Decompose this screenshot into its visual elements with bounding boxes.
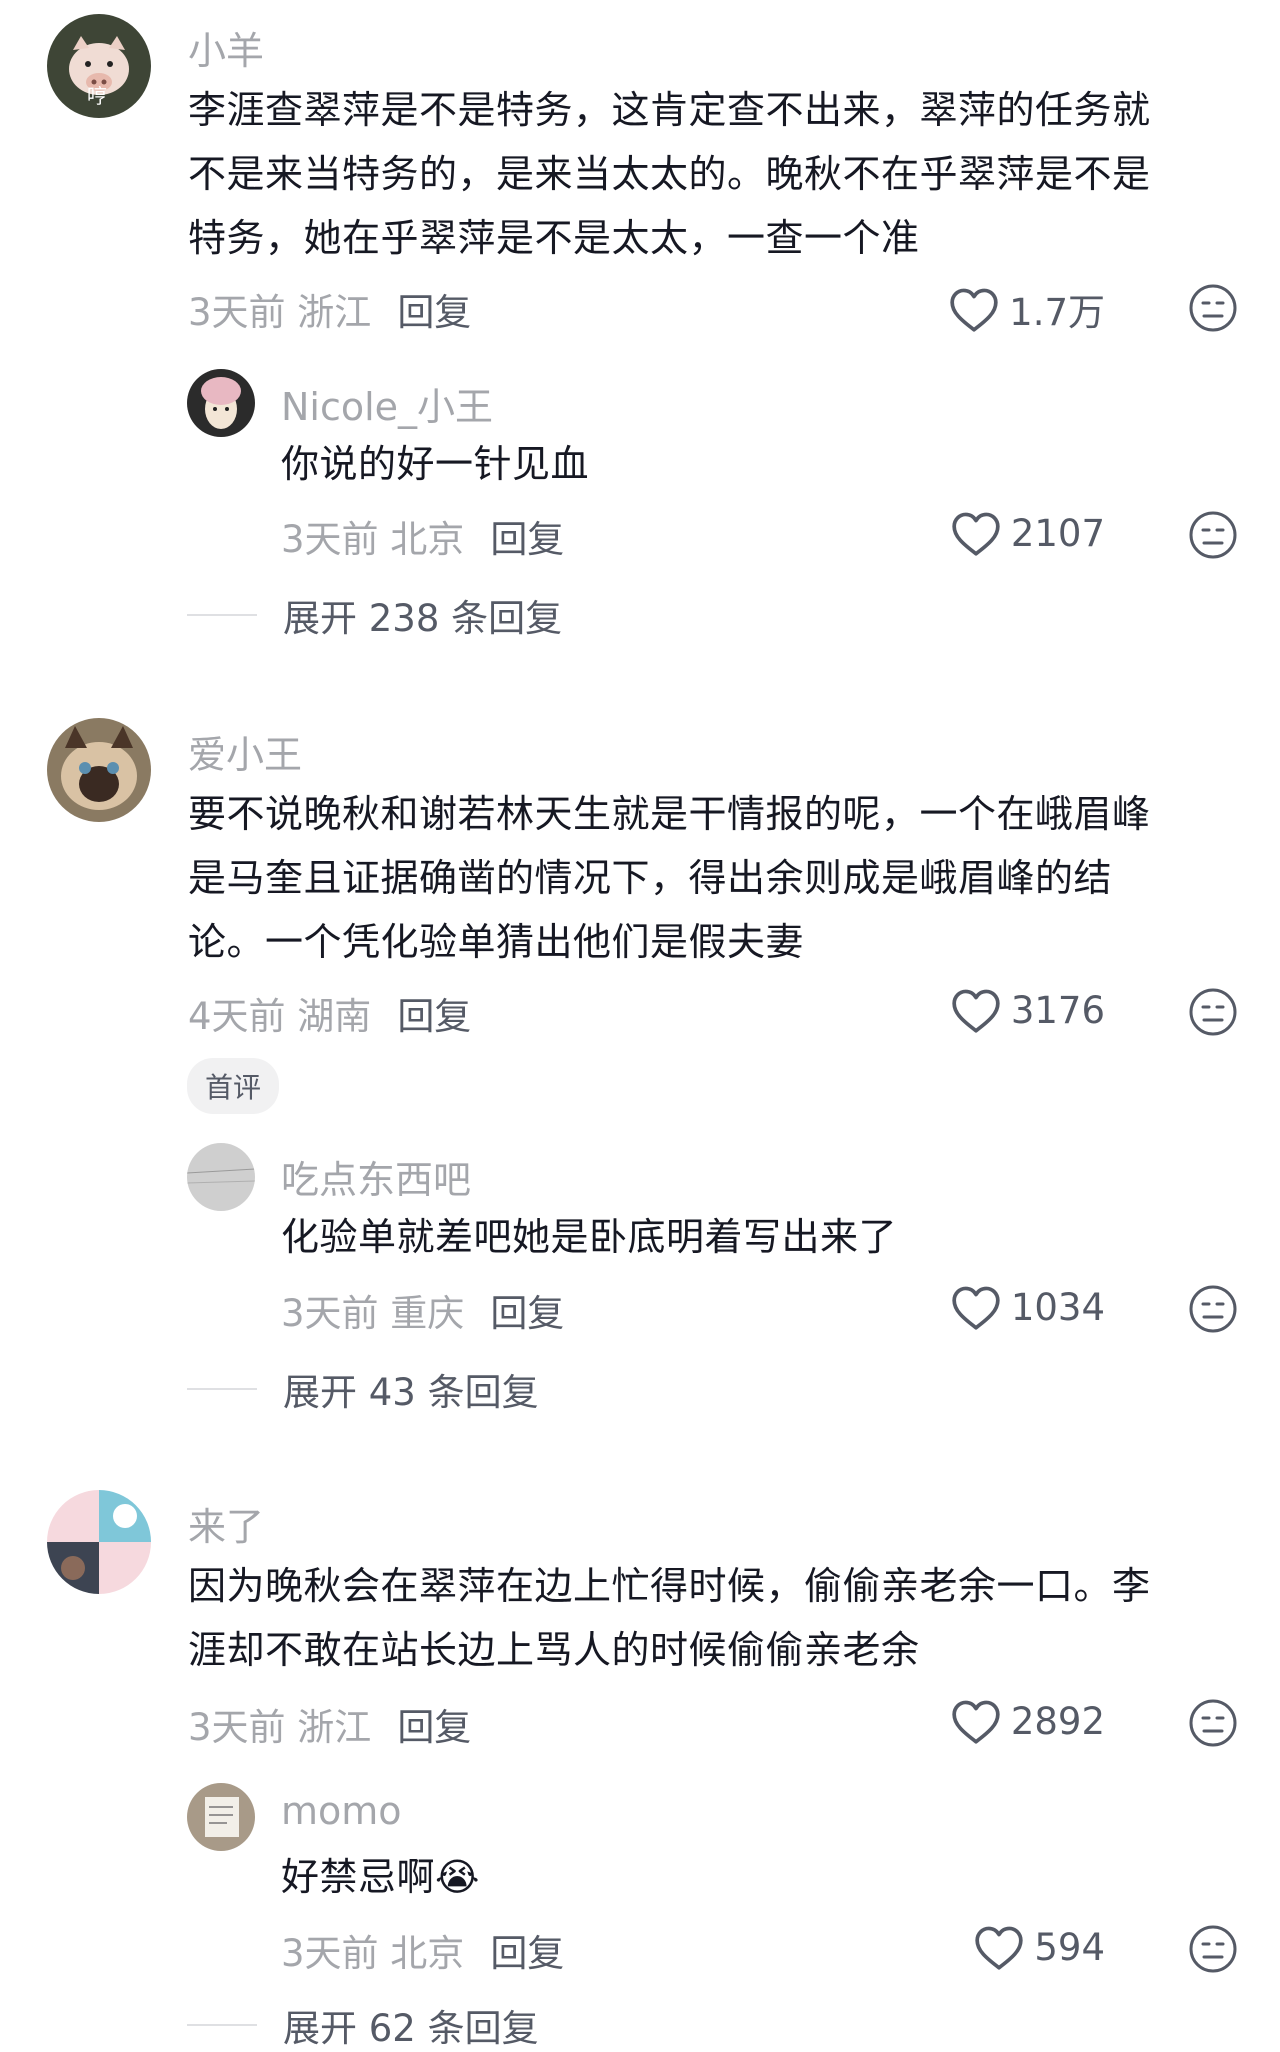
comment-meta: 3天前 浙江 回复 bbox=[188, 282, 471, 336]
comment-line: 要不说晚秋和谢若林天生就是干情报的呢，一个在峨眉峰 bbox=[188, 792, 1151, 836]
reply-text: 好禁忌啊😭 bbox=[281, 1845, 1201, 1909]
meh-face-icon bbox=[1189, 1285, 1237, 1333]
heart-outline-icon bbox=[952, 512, 1000, 556]
first-comment-badge: 首评 bbox=[187, 1058, 280, 1114]
comment-line: 涯却不敢在站长边上骂人的时候偷偷亲老余 bbox=[188, 1628, 920, 1672]
divider bbox=[187, 2024, 257, 2026]
avatar-caption: 哼 bbox=[87, 84, 107, 108]
dislike-button[interactable] bbox=[1188, 510, 1238, 560]
expand-replies-button[interactable]: 展开 238 条回复 bbox=[187, 588, 562, 642]
comment-line: 特务，她在乎翠萍是不是太太，一查一个准 bbox=[188, 216, 920, 260]
like-button[interactable]: 2107 bbox=[949, 509, 1105, 557]
reply-button[interactable]: 回复 bbox=[490, 1932, 564, 1975]
heart-outline-icon bbox=[952, 1286, 1000, 1330]
reply-button[interactable]: 回复 bbox=[490, 1292, 564, 1335]
heart-outline-icon bbox=[952, 1700, 1000, 1744]
expand-replies-button[interactable]: 展开 62 条回复 bbox=[187, 1998, 539, 2052]
expand-replies-button[interactable]: 展开 43 条回复 bbox=[187, 1362, 539, 1416]
reply-button[interactable]: 回复 bbox=[397, 1706, 471, 1749]
avatar[interactable] bbox=[47, 718, 151, 822]
like-button[interactable]: 2892 bbox=[949, 1697, 1105, 1745]
comment-line: 因为晚秋会在翠萍在边上忙得时候，偷偷亲老余一口。李 bbox=[188, 1564, 1151, 1608]
reply-button[interactable]: 回复 bbox=[397, 291, 471, 334]
like-button[interactable]: 3176 bbox=[949, 986, 1105, 1034]
like-count: 2892 bbox=[1010, 1699, 1105, 1743]
like-count: 594 bbox=[1034, 1925, 1105, 1969]
meh-face-icon bbox=[1189, 1699, 1237, 1747]
expand-label: 展开 43 条回复 bbox=[283, 1371, 539, 1414]
avatar[interactable] bbox=[47, 1490, 151, 1594]
meh-face-icon bbox=[1189, 988, 1237, 1036]
reply-avatar[interactable] bbox=[187, 1783, 255, 1851]
like-button[interactable]: 1.7万 bbox=[947, 282, 1105, 336]
time-location: 3天前 北京 bbox=[281, 1932, 465, 1975]
comment-text: 因为晚秋会在翠萍在边上忙得时候，偷偷亲老余一口。李 涯却不敢在站长边上骂人的时候… bbox=[188, 1554, 1218, 1682]
reply-button[interactable]: 回复 bbox=[397, 995, 471, 1038]
comment-line: 是马奎且证据确凿的情况下，得出余则成是峨眉峰的结 bbox=[188, 856, 1113, 900]
avatar[interactable]: 哼 bbox=[47, 14, 151, 118]
like-count: 1.7万 bbox=[1009, 291, 1105, 334]
username[interactable]: momo bbox=[281, 1789, 402, 1833]
crying-face-emoji: 😭 bbox=[435, 1855, 480, 1899]
divider bbox=[187, 1388, 257, 1390]
divider bbox=[187, 614, 257, 616]
time-location: 3天前 北京 bbox=[281, 518, 465, 561]
like-count: 1034 bbox=[1010, 1285, 1105, 1329]
username[interactable]: Nicole_小王 bbox=[281, 376, 493, 431]
reply-button[interactable]: 回复 bbox=[490, 518, 564, 561]
heart-outline-icon bbox=[952, 989, 1000, 1033]
username[interactable]: 吃点东西吧 bbox=[281, 1149, 471, 1204]
like-button[interactable]: 594 bbox=[972, 1923, 1105, 1971]
like-count: 2107 bbox=[1010, 511, 1105, 555]
comment-text: 李涯查翠萍是不是特务，这肯定查不出来，翠萍的任务就 不是来当特务的，是来当太太的… bbox=[188, 78, 1218, 270]
username[interactable]: 爱小王 bbox=[188, 724, 302, 779]
comment-meta: 3天前 浙江 回复 bbox=[188, 1697, 471, 1751]
comment-line: 不是来当特务的，是来当太太的。晚秋不在乎翠萍是不是 bbox=[188, 152, 1151, 196]
dislike-button[interactable] bbox=[1188, 1284, 1238, 1334]
reply-text-content: 好禁忌啊 bbox=[281, 1855, 436, 1899]
username[interactable]: 来了 bbox=[188, 1496, 264, 1551]
comment-meta: 4天前 湖南 回复 bbox=[188, 986, 471, 1040]
time-location: 3天前 浙江 bbox=[188, 291, 372, 334]
reply-meta: 3天前 重庆 回复 bbox=[281, 1283, 564, 1337]
username[interactable]: 小羊 bbox=[188, 20, 264, 75]
reply-avatar[interactable] bbox=[187, 369, 255, 437]
reply-text: 你说的好一针见血 bbox=[281, 442, 590, 486]
time-location: 4天前 湖南 bbox=[188, 995, 372, 1038]
dislike-button[interactable] bbox=[1188, 987, 1238, 1037]
dislike-button[interactable] bbox=[1188, 1698, 1238, 1748]
comment-line: 李涯查翠萍是不是特务，这肯定查不出来，翠萍的任务就 bbox=[188, 88, 1151, 132]
heart-outline-icon bbox=[975, 1926, 1024, 1970]
time-location: 3天前 浙江 bbox=[188, 1706, 372, 1749]
comment-text: 要不说晚秋和谢若林天生就是干情报的呢，一个在峨眉峰 是马奎且证据确凿的情况下，得… bbox=[188, 782, 1218, 974]
time-location: 3天前 重庆 bbox=[281, 1292, 465, 1335]
like-count: 3176 bbox=[1010, 988, 1105, 1032]
reply-meta: 3天前 北京 回复 bbox=[281, 509, 564, 563]
reply-avatar[interactable] bbox=[187, 1143, 255, 1211]
dislike-button[interactable] bbox=[1188, 283, 1238, 333]
comment-line: 论。一个凭化验单猜出他们是假夫妻 bbox=[188, 920, 805, 964]
like-button[interactable]: 1034 bbox=[949, 1283, 1105, 1331]
reply-meta: 3天前 北京 回复 bbox=[281, 1923, 564, 1977]
meh-face-icon bbox=[1189, 511, 1237, 559]
dislike-button[interactable] bbox=[1188, 1924, 1238, 1974]
heart-outline-icon bbox=[950, 288, 998, 332]
reply-text: 化验单就差吧她是卧底明着写出来了 bbox=[281, 1215, 898, 1259]
meh-face-icon bbox=[1189, 1925, 1237, 1973]
meh-face-icon bbox=[1189, 284, 1237, 332]
expand-label: 展开 238 条回复 bbox=[283, 597, 563, 640]
expand-label: 展开 62 条回复 bbox=[283, 2007, 539, 2050]
